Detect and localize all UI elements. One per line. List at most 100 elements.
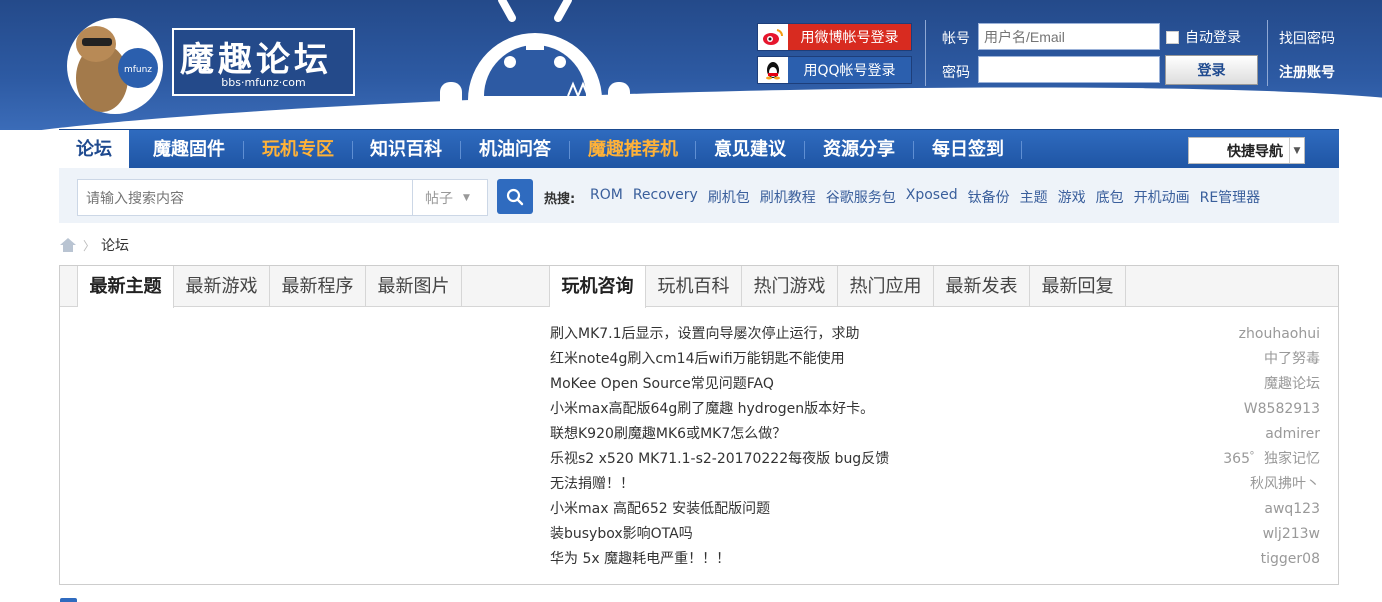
hot-word-link[interactable]: 主题 <box>1020 187 1048 207</box>
tab-play-wiki[interactable]: 玩机百科 <box>646 266 742 307</box>
nav-item-checkin[interactable]: 每日签到 <box>932 130 1004 169</box>
checkbox-icon[interactable] <box>1166 30 1179 44</box>
nav-item-resources[interactable]: 资源分享 <box>823 130 895 169</box>
hot-search-label: 热搜: <box>544 192 576 207</box>
qq-login-label: 用QQ帐号登录 <box>803 63 896 79</box>
qq-login-button[interactable]: 用QQ帐号登录 <box>757 56 912 84</box>
topic-author-link[interactable]: 秋风拂叶丶 <box>1250 472 1320 497</box>
topic-author-link[interactable]: tigger08 <box>1261 547 1320 572</box>
nav-item-play-zone[interactable]: 玩机专区 <box>262 130 334 169</box>
hot-search-words: ROM Recovery 刷机包 刷机教程 谷歌服务包 Xposed 钛备份 主… <box>590 187 1260 207</box>
topic-title-link[interactable]: 小米max高配版64g刷了魔趣 hydrogen版本好卡。 <box>550 397 874 422</box>
topic-title-link[interactable]: 刷入MK7.1后显示，设置向导屡次停止运行，求助 <box>550 322 860 347</box>
topic-author-link[interactable]: W8582913 <box>1244 397 1320 422</box>
topic-row: 装busybox影响OTA吗 wlj213w <box>550 522 1320 547</box>
hot-word-link[interactable]: Xposed <box>906 187 958 207</box>
nav-divider <box>913 141 914 159</box>
topic-title-link[interactable]: 小米max 高配652 安装低配版问题 <box>550 497 770 522</box>
password-input[interactable] <box>978 56 1160 83</box>
topic-title-link[interactable]: 装busybox影响OTA吗 <box>550 522 693 547</box>
nav-divider <box>1021 141 1022 159</box>
topic-row: 华为 5x 魔趣耗电严重！！！ tigger08 <box>550 547 1320 572</box>
chevron-down-icon[interactable]: ▼ <box>1289 138 1304 163</box>
login-button[interactable]: 登录 <box>1165 55 1258 85</box>
logo-subtitle: bbs·mfunz·com <box>221 76 306 89</box>
tab-latest-replies[interactable]: 最新回复 <box>1030 266 1126 307</box>
chevron-down-icon: ▼ <box>463 192 470 203</box>
topic-row: 乐视s2 x520 MK71.1-s2-20170222每夜版 bug反馈 365… <box>550 447 1320 472</box>
nav-item-forum[interactable]: 论坛 <box>59 130 129 169</box>
password-label: 密码 <box>942 65 970 81</box>
topic-title-link[interactable]: 联想K920刷魔趣MK6或MK7怎么做？ <box>550 422 786 447</box>
hot-word-link[interactable]: ROM <box>590 187 623 207</box>
topic-row: 刷入MK7.1后显示，设置向导屡次停止运行，求助 zhouhaohui <box>550 322 1320 347</box>
topic-author-link[interactable]: 365゜独家记忆 <box>1223 447 1320 472</box>
svg-text:mfunz: mfunz <box>124 65 152 75</box>
topic-row: 小米max高配版64g刷了魔趣 hydrogen版本好卡。 W8582913 <box>550 397 1320 422</box>
tab-latest-posts[interactable]: 最新发表 <box>934 266 1030 307</box>
search-type-value: 帖子 <box>425 190 453 207</box>
topic-list: 刷入MK7.1后显示，设置向导屡次停止运行，求助 zhouhaohui 红米not… <box>550 322 1320 572</box>
tab-play-consult[interactable]: 玩机咨询 <box>550 266 646 308</box>
hot-word-link[interactable]: 游戏 <box>1058 187 1086 207</box>
topic-author-link[interactable]: 中了努毒 <box>1264 347 1320 372</box>
alpaca-mascot-icon[interactable]: mfunz <box>60 8 170 118</box>
search-input[interactable] <box>77 179 413 216</box>
tab-latest-images[interactable]: 最新图片 <box>366 266 462 307</box>
site-header: mfunz 魔趣论坛 bbs·mfunz·com 用微博帐号登录 用QQ帐号登录… <box>0 0 1382 130</box>
nav-item-qa[interactable]: 机油问答 <box>479 130 551 169</box>
tab-hot-apps[interactable]: 热门应用 <box>838 266 934 307</box>
quick-nav-label: 快捷导航 <box>1227 143 1283 160</box>
topic-author-link[interactable]: admirer <box>1265 422 1320 447</box>
topic-title-link[interactable]: 华为 5x 魔趣耗电严重！！！ <box>550 547 730 572</box>
account-label: 帐号 <box>942 31 970 47</box>
nav-item-feedback[interactable]: 意见建议 <box>714 130 786 169</box>
topic-title-link[interactable]: MoKee Open Source常见问题FAQ <box>550 372 774 397</box>
auto-login-checkbox[interactable]: 自动登录 <box>1166 27 1241 47</box>
nav-item-recommended[interactable]: 魔趣推荐机 <box>588 130 678 169</box>
search-type-select[interactable]: 帖子 ▼ <box>412 179 488 216</box>
search-bar: 帖子 ▼ 热搜: ROM Recovery 刷机包 刷机教程 谷歌服务包 Xpo… <box>59 168 1339 223</box>
topic-row: 红米note4g刷入cm14后wifi万能钥匙不能使用 中了努毒 <box>550 347 1320 372</box>
topic-author-link[interactable]: zhouhaohui <box>1239 322 1320 347</box>
hot-word-link[interactable]: RE管理器 <box>1200 187 1261 207</box>
topic-title-link[interactable]: 红米note4g刷入cm14后wifi万能钥匙不能使用 <box>550 347 845 372</box>
nav-divider <box>569 141 570 159</box>
tab-latest-topics[interactable]: 最新主题 <box>78 266 174 308</box>
hot-word-link[interactable]: 刷机包 <box>708 187 750 207</box>
breadcrumb-current[interactable]: 论坛 <box>101 235 129 255</box>
weibo-login-label: 用微博帐号登录 <box>800 30 899 46</box>
hot-word-link[interactable]: Recovery <box>633 187 698 207</box>
topic-title-link[interactable]: 乐视s2 x520 MK71.1-s2-20170222每夜版 bug反馈 <box>550 447 889 472</box>
hot-word-link[interactable]: 底包 <box>1096 187 1124 207</box>
tab-hot-games[interactable]: 热门游戏 <box>742 266 838 307</box>
search-button[interactable] <box>497 179 533 214</box>
home-icon[interactable] <box>59 237 77 253</box>
weibo-login-button[interactable]: 用微博帐号登录 <box>757 23 912 51</box>
topic-author-link[interactable]: 魔趣论坛 <box>1264 372 1320 397</box>
hot-word-link[interactable]: 钛备份 <box>968 187 1010 207</box>
section-marker-icon <box>60 598 77 602</box>
tab-latest-games[interactable]: 最新游戏 <box>174 266 270 307</box>
quick-nav-dropdown[interactable]: 快捷导航 ▼ <box>1188 137 1305 164</box>
hot-word-link[interactable]: 开机动画 <box>1134 187 1190 207</box>
nav-item-wiki[interactable]: 知识百科 <box>370 130 442 169</box>
topic-title-link[interactable]: 无法捐赠！！ <box>550 472 634 497</box>
auto-login-label: 自动登录 <box>1185 30 1241 46</box>
site-logo[interactable]: 魔趣论坛 bbs·mfunz·com <box>172 28 355 96</box>
breadcrumb: 〉 论坛 <box>59 235 129 255</box>
tab-spacer <box>60 266 78 307</box>
nav-item-firmware[interactable]: 魔趣固件 <box>153 130 225 169</box>
topic-row: 联想K920刷魔趣MK6或MK7怎么做？ admirer <box>550 422 1320 447</box>
topic-author-link[interactable]: wlj213w <box>1263 522 1320 547</box>
hot-word-link[interactable]: 刷机教程 <box>760 187 816 207</box>
register-link[interactable]: 注册账号 <box>1279 62 1335 82</box>
hot-word-link[interactable]: 谷歌服务包 <box>826 187 896 207</box>
account-input[interactable] <box>978 23 1160 50</box>
tab-latest-apps[interactable]: 最新程序 <box>270 266 366 307</box>
nav-divider <box>695 141 696 159</box>
topic-author-link[interactable]: awq123 <box>1264 497 1320 522</box>
forgot-password-link[interactable]: 找回密码 <box>1279 28 1335 48</box>
android-robot-icon <box>440 0 630 120</box>
nav-divider <box>352 141 353 159</box>
